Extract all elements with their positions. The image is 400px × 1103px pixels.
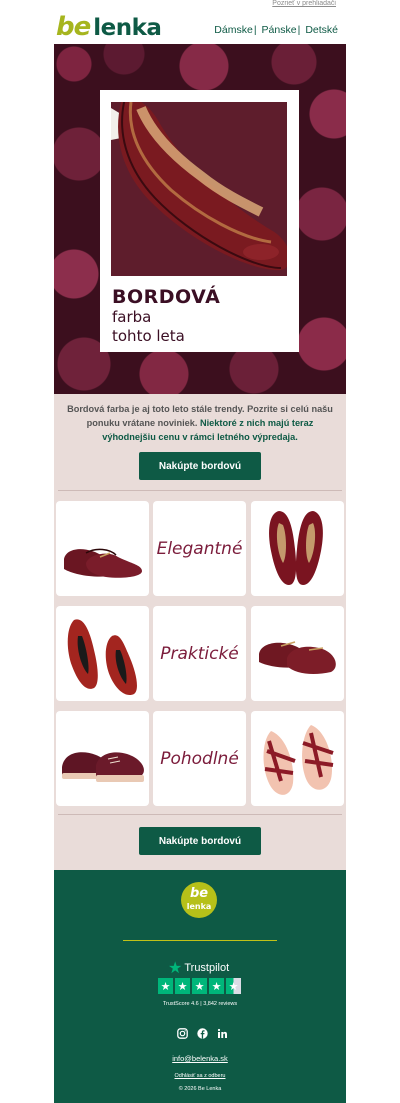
copyright-text: © 2026 Be Lenka (178, 1086, 222, 1092)
nav-separator: | (297, 24, 301, 36)
hero-title: BORDOVÁ (112, 286, 221, 308)
product-tile-sandals[interactable] (251, 711, 344, 806)
logo-lenka-text: lenka (93, 15, 162, 41)
contact-email-link[interactable]: info@belenka.sk (54, 1054, 346, 1063)
half-star-icon: ★ (226, 978, 241, 994)
nav-separator: | (253, 24, 257, 36)
nav-link-detske[interactable]: Detské (305, 24, 338, 36)
hero-subtitle-line1: farba (112, 308, 152, 326)
hero-shoe-image (111, 102, 287, 276)
instagram-icon[interactable] (176, 1027, 188, 1039)
divider (58, 814, 342, 815)
trustpilot-rating-stars: ★ ★ ★ ★ ★ (158, 978, 241, 994)
facebook-icon[interactable] (196, 1027, 208, 1039)
footer: be lenka ★ Trustpilot ★ ★ ★ ★ ★ TrustSco… (54, 870, 346, 1103)
word-tile-elegantne: Elegantné (153, 501, 246, 596)
linkedin-icon[interactable] (216, 1027, 228, 1039)
main-nav: Dámske | Pánske | Detské (214, 24, 338, 36)
star-icon: ★ (175, 978, 190, 994)
trustpilot-label: Trustpilot (184, 962, 230, 974)
hero-subtitle-line2: tohto leta (112, 327, 185, 345)
star-icon: ★ (209, 978, 224, 994)
product-tile-loafers[interactable] (251, 606, 344, 701)
word-tile-prakticke: Praktické (153, 606, 246, 701)
unsubscribe-link[interactable]: Odhlásiť sa z odberu (54, 1073, 346, 1079)
trustpilot-score: TrustScore 4.6 | 3,842 reviews (162, 1001, 238, 1007)
footer-divider (123, 940, 277, 941)
product-tile-mary-jane[interactable] (56, 501, 149, 596)
product-tile-ballet-flats[interactable] (251, 501, 344, 596)
footer-logo[interactable]: be lenka (181, 882, 217, 918)
trustpilot-logo[interactable]: ★ Trustpilot (168, 958, 229, 978)
belenka-logo[interactable]: be lenka (56, 12, 162, 42)
nav-link-panske[interactable]: Pánske (262, 24, 297, 36)
email-header: be lenka Dámske | Pánske | Detské (54, 12, 346, 44)
hero-banner[interactable]: BORDOVÁ farba tohto leta (54, 44, 346, 394)
product-tile-sneakers[interactable] (56, 711, 149, 806)
content-panel: Bordová farba je aj toto leto stále tren… (54, 394, 346, 870)
nav-link-damske[interactable]: Dámske (214, 24, 253, 36)
hero-card: BORDOVÁ farba tohto leta (100, 90, 299, 352)
footer-logo-be: be (189, 886, 209, 901)
star-icon: ★ (158, 978, 173, 994)
social-links (176, 1027, 228, 1039)
logo-be-text: be (56, 12, 91, 42)
footer-logo-lenka: lenka (186, 902, 212, 911)
shop-burgundy-button-bottom[interactable]: Nakúpte bordovú (139, 827, 261, 855)
intro-text: Bordová farba je aj toto leto stále tren… (60, 402, 340, 444)
shop-burgundy-button[interactable]: Nakúpte bordovú (139, 452, 261, 480)
star-icon: ★ (192, 978, 207, 994)
trustpilot-star-icon: ★ (168, 960, 183, 977)
word-tile-pohodlne: Pohodlné (153, 711, 246, 806)
product-tile-slip-ons[interactable] (56, 606, 149, 701)
divider (58, 490, 342, 491)
view-in-browser-link[interactable]: Pozrieť v prehliadači (272, 0, 336, 7)
